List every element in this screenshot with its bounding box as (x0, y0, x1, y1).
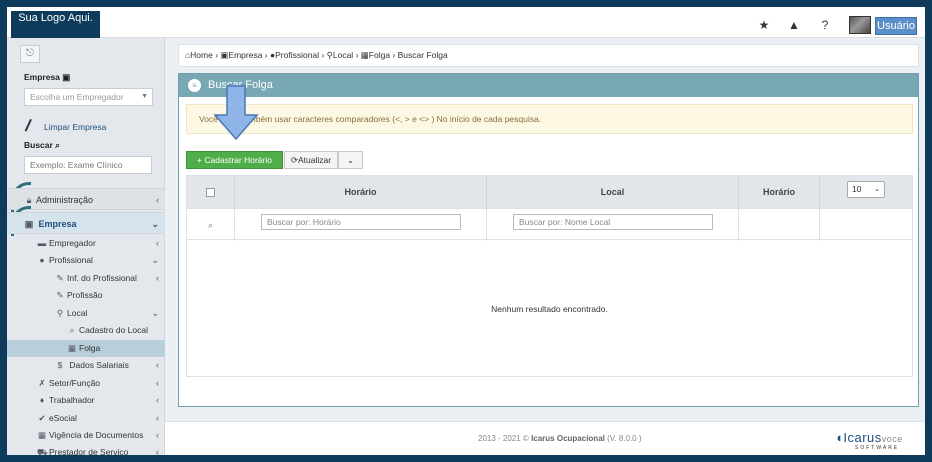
chevron-down-icon: ⌄ (346, 155, 355, 165)
clear-empresa-link[interactable]: Limpar Empresa (44, 122, 106, 132)
breadcrumb-profissional[interactable]: Profissional (275, 50, 319, 60)
search-label: Buscar ⌕ (24, 140, 60, 150)
sidebar-item-cadastro-local[interactable]: ⌕ Cadastro do Local (7, 322, 165, 339)
brand-logo: ◖Icarusvoce (835, 430, 903, 445)
breadcrumb-folga[interactable]: Folga (369, 50, 390, 60)
sidebar-item-profissao[interactable]: ✎ Profissão (7, 287, 165, 304)
empregador-select[interactable]: Escolha um Empregador ▼ (24, 88, 153, 106)
avatar[interactable] (849, 16, 871, 34)
search-icon: ⌕ (55, 140, 60, 150)
column-horario-2[interactable]: Horário (739, 176, 820, 208)
check-icon: ✔ (38, 413, 46, 423)
select-all-cell (187, 176, 235, 208)
search-icon: ⌕ (187, 209, 235, 241)
calendar-icon: ▦ (67, 343, 77, 353)
brand-subtitle: SOFTWARE (855, 445, 900, 451)
sidebar-search-input[interactable]: Exemplo: Exame Clínico (24, 156, 152, 174)
chevron-left-icon: ‹ (156, 238, 159, 248)
filter-horario-input[interactable]: Buscar por: Horário (261, 214, 461, 230)
building-icon: ▣ (62, 72, 71, 82)
info-alert: Você pode também usar caracteres compara… (186, 104, 913, 134)
chevron-down-icon: ⌄ (151, 308, 159, 318)
sidebar-item-folga[interactable]: ▦ Folga (7, 340, 165, 357)
calendar-icon: ▦ (37, 430, 47, 440)
sidebar-toggle-button[interactable]: ⎋ (20, 45, 40, 63)
sidebar-item-inf-profissional[interactable]: ✎ Inf. do Profissional ‹ (7, 270, 165, 287)
sidebar-item-prestador-servico[interactable]: ⛟Prestador de Serviço ‹ (7, 444, 165, 455)
chevron-left-icon: ‹ (156, 413, 159, 423)
sidebar: ⎋ Empresa ▣ Escolha um Empregador ▼ Limpa… (7, 38, 165, 455)
chevron-left-icon: ‹ (156, 447, 159, 455)
sidebar-item-empresa[interactable]: ▣ Empresa ⌄ (7, 212, 165, 234)
app-window: Sua Logo Aqui. ★ ▲ ? Usuário ⎋ Empresa ▣… (7, 7, 925, 455)
results-table: Horário Local Horário 10 ⌄ ⌕ Buscar por: … (186, 175, 913, 377)
truck-icon: ⛟ (37, 447, 48, 455)
tools-icon: ✗ (38, 378, 46, 388)
breadcrumb-empresa[interactable]: Empresa (228, 50, 262, 60)
filter-cell-horario: Buscar por: Horário (235, 209, 487, 241)
user-menu-button[interactable]: Usuário (875, 17, 917, 35)
empresa-label: Empresa ▣ (24, 72, 71, 82)
broom-icon (24, 118, 38, 135)
breadcrumb-current: Buscar Folga (397, 50, 448, 60)
sidebar-item-trabalhador[interactable]: ♦ Trabalhador ‹ (7, 392, 165, 409)
map-marker-icon: ⚲ (56, 308, 64, 318)
user-icon: ● (39, 255, 45, 265)
wrench-icon: ✎ (56, 290, 64, 300)
page-size-select[interactable]: 10 ⌄ (847, 181, 885, 198)
sidebar-item-esocial[interactable]: ✔ eSocial ‹ (7, 410, 165, 427)
sidebar-item-profissional[interactable]: ● Profissional ⌄ (7, 252, 165, 269)
calendar-icon: ▦ (360, 50, 369, 60)
chevron-left-icon: ‹ (156, 195, 159, 205)
sidebar-item-empregador[interactable]: ▬ Empregador ‹ (7, 235, 165, 252)
chevron-down-icon: ▼ (141, 93, 148, 100)
plus-icon: + (197, 155, 203, 165)
footer-text: 2013 - 2021 © Icarus Ocupacional (V. 8.0… (478, 434, 642, 443)
warning-icon[interactable]: ▲ (787, 18, 801, 32)
empty-message: Nenhum resultado encontrado. (491, 304, 608, 314)
chevron-down-icon: ⌄ (151, 255, 159, 265)
column-local[interactable]: Local (487, 176, 739, 208)
chevron-left-icon: ‹ (156, 395, 159, 405)
top-bar: Sua Logo Aqui. ★ ▲ ? Usuário (7, 7, 925, 38)
briefcase-icon: ▬ (37, 238, 47, 248)
table-header: Horário Local Horário 10 ⌄ (187, 176, 912, 208)
sidebar-item-vigencia-documentos[interactable]: ▦ Vigência de Documentos ‹ (7, 427, 165, 444)
sidebar-item-setor-funcao[interactable]: ✗ Setor/Função ‹ (7, 375, 165, 392)
actions-dropdown-button[interactable]: ⌄ (338, 151, 363, 169)
chevron-left-icon: ‹ (156, 273, 159, 283)
chevron-down-icon: ⌄ (874, 186, 880, 193)
breadcrumb-local[interactable]: Local (333, 50, 353, 60)
chevron-left-icon: ‹ (156, 430, 159, 440)
filter-cell-local: Buscar por: Nome Local (487, 209, 739, 241)
breadcrumb: ⌂Home › ▣Empresa › ●Profissional › ⚲Loca… (178, 44, 919, 67)
sidebar-item-local[interactable]: ⚲ Local ⌄ (7, 305, 165, 322)
sidebar-item-dados-salariais[interactable]: $ Dados Salariais ‹ (7, 357, 165, 374)
filter-local-input[interactable]: Buscar por: Nome Local (513, 214, 713, 230)
pencil-icon: ✎ (56, 273, 64, 283)
building-icon: ▣ (24, 219, 34, 229)
add-horario-button[interactable]: + Cadastrar Horário (186, 151, 283, 169)
help-icon[interactable]: ? (818, 18, 832, 32)
dollar-icon: $ (57, 360, 63, 370)
pointer-arrow-icon (213, 85, 259, 141)
list-icon: ≡ (188, 79, 201, 92)
refresh-icon: ⟳ (290, 155, 299, 165)
star-icon[interactable]: ★ (757, 18, 771, 32)
logo[interactable]: Sua Logo Aqui. (11, 11, 100, 38)
breadcrumb-home[interactable]: Home (190, 50, 213, 60)
filter-cell-empty (739, 209, 820, 241)
footer: 2013 - 2021 © Icarus Ocupacional (V. 8.0… (165, 421, 925, 455)
filter-row: ⌕ Buscar por: Horário Buscar por: Nome L… (187, 208, 912, 241)
chevron-down-icon: ⌄ (151, 219, 159, 229)
chevron-left-icon: ‹ (156, 360, 159, 370)
column-horario[interactable]: Horário (235, 176, 487, 208)
worker-icon: ♦ (39, 395, 45, 405)
search-panel: ≡ Buscar Folga Você pode também usar car… (178, 73, 919, 407)
chevron-left-icon: ‹ (156, 378, 159, 388)
refresh-button[interactable]: ⟳Atualizar (284, 151, 338, 169)
search-icon: ⌕ (69, 325, 75, 335)
select-all-checkbox[interactable] (206, 188, 215, 197)
panel-header: ≡ Buscar Folga (179, 74, 918, 97)
